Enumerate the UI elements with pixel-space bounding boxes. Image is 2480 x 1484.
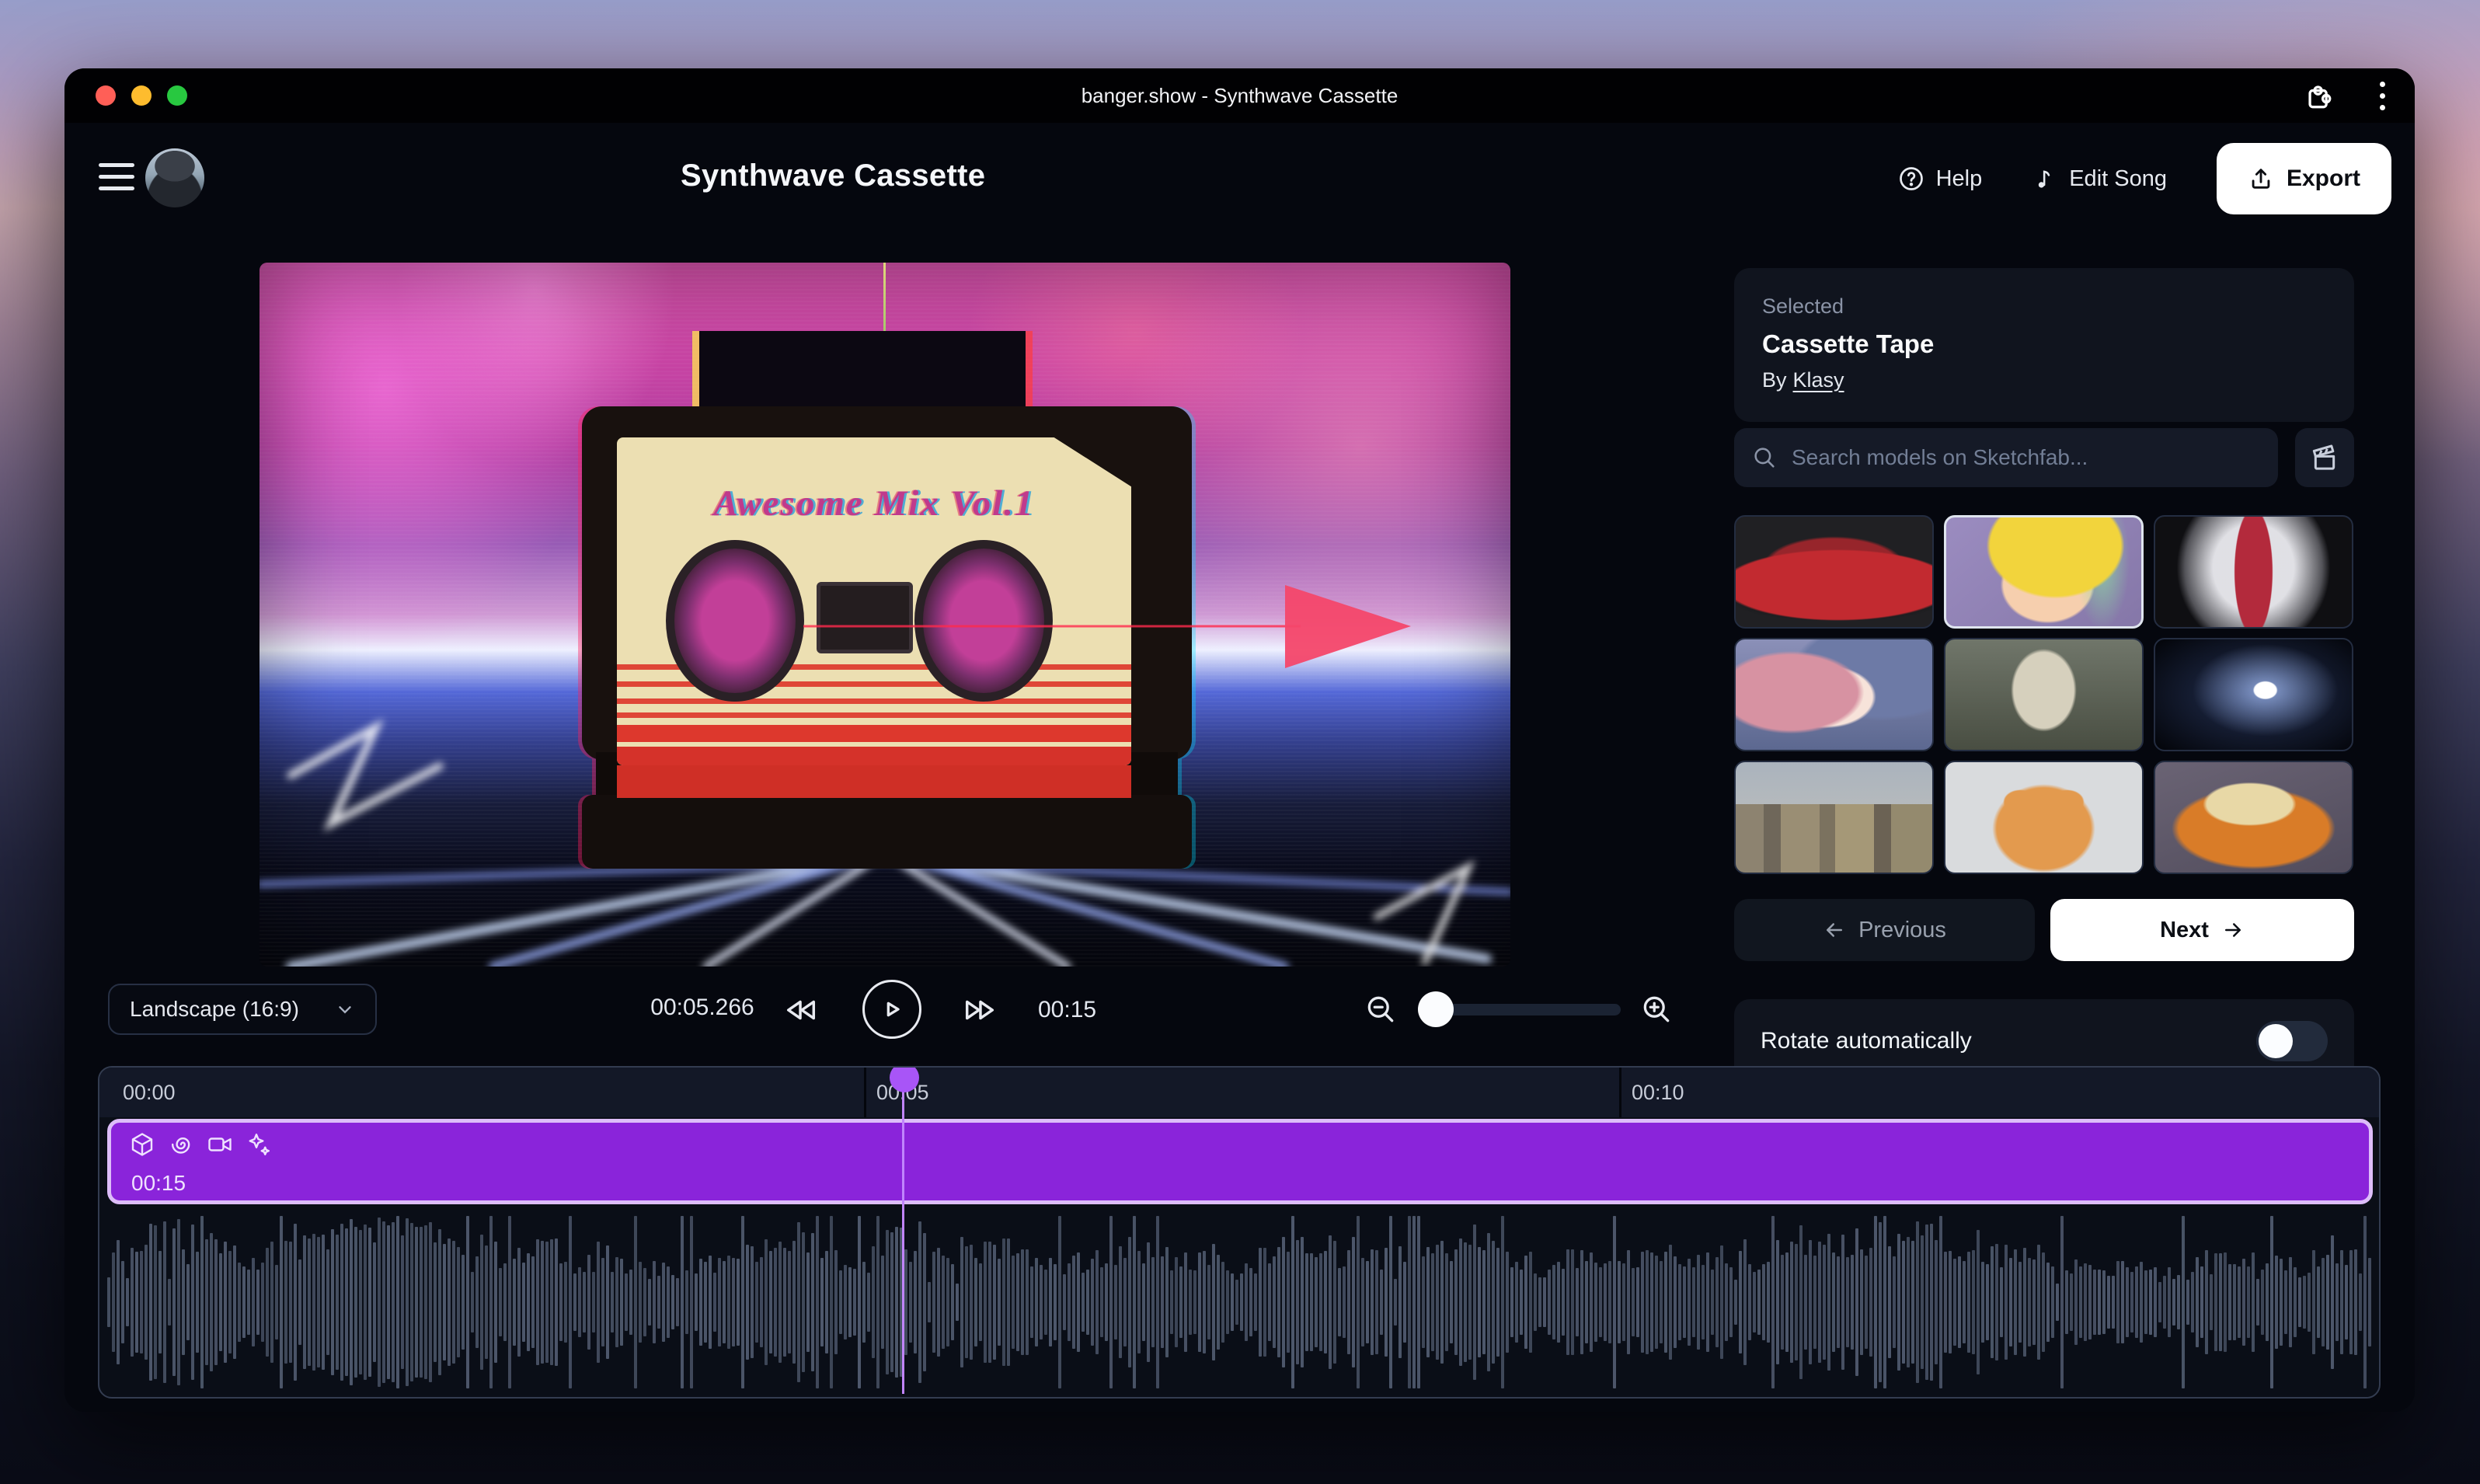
fast-forward-button[interactable] bbox=[962, 992, 998, 1028]
previous-page-button[interactable]: Previous bbox=[1734, 899, 2035, 961]
project-title: Synthwave Cassette bbox=[681, 159, 985, 193]
video-preview[interactable]: Awesome Mix Vol.1 bbox=[259, 263, 1510, 967]
zoom-out-icon[interactable] bbox=[1364, 992, 1398, 1026]
sparkles-icon bbox=[245, 1130, 273, 1158]
chevron-down-icon bbox=[335, 999, 355, 1019]
model-search-field[interactable] bbox=[1734, 428, 2278, 487]
video-camera-icon bbox=[206, 1130, 234, 1158]
next-page-button[interactable]: Next bbox=[2050, 899, 2354, 961]
selected-heading: Selected bbox=[1762, 294, 2326, 319]
zoom-in-icon[interactable] bbox=[1639, 992, 1674, 1026]
main-menu-hamburger-icon[interactable] bbox=[99, 163, 134, 190]
total-duration: 00:15 bbox=[1038, 997, 1096, 1023]
ruler-label-0: 00:00 bbox=[123, 1081, 176, 1105]
previous-label: Previous bbox=[1858, 918, 1946, 943]
model-thumbnail-storm-clouds-figure[interactable] bbox=[1734, 638, 1934, 751]
rotate-automatically-label: Rotate automatically bbox=[1761, 1028, 1972, 1054]
author-prefix: By bbox=[1762, 368, 1787, 392]
current-time: 00:05.266 bbox=[640, 995, 765, 1021]
rotate-automatically-toggle[interactable] bbox=[2256, 1021, 2328, 1061]
user-avatar[interactable] bbox=[145, 148, 204, 207]
cube-icon bbox=[128, 1130, 156, 1158]
red-arrow-overlay bbox=[259, 263, 1510, 967]
model-thumbnail-skull[interactable] bbox=[1944, 638, 2144, 751]
my-renders-button[interactable] bbox=[2295, 428, 2354, 487]
next-label: Next bbox=[2160, 918, 2209, 943]
search-input[interactable] bbox=[1792, 445, 2261, 470]
model-thumbnail-abandoned-city[interactable] bbox=[1734, 761, 1934, 874]
spiral-icon bbox=[167, 1130, 195, 1158]
timeline-zoom-knob[interactable] bbox=[1418, 991, 1454, 1027]
clapperboard-icon bbox=[2309, 442, 2340, 473]
ruler-label-2: 00:10 bbox=[1632, 1081, 1684, 1105]
audio-waveform[interactable] bbox=[107, 1212, 2373, 1392]
play-button[interactable] bbox=[862, 980, 921, 1039]
arrow-right-icon bbox=[2221, 918, 2245, 942]
browser-menu-kebab-icon[interactable] bbox=[2377, 78, 2388, 113]
timeline-ruler[interactable]: 00:00 00:05 00:10 bbox=[99, 1068, 2379, 1117]
selected-model-author: ByKlasy bbox=[1762, 368, 2326, 392]
model-thumbnail-grid bbox=[1734, 515, 2354, 874]
author-link[interactable]: Klasy bbox=[1793, 368, 1844, 392]
aspect-ratio-value: Landscape (16:9) bbox=[130, 997, 299, 1022]
model-thumbnail-fantasy-warrior[interactable] bbox=[2154, 515, 2353, 629]
clip-duration-label: 00:15 bbox=[131, 1171, 186, 1196]
app-window: banger.show - Synthwave Cassette Synthwa… bbox=[64, 68, 2415, 1412]
selected-model-name: Cassette Tape bbox=[1762, 329, 2326, 359]
model-thumbnail-spiral-galaxy[interactable] bbox=[2154, 638, 2353, 751]
timeline-panel: 00:00 00:05 00:10 bbox=[98, 1066, 2381, 1399]
aspect-ratio-select[interactable]: Landscape (16:9) bbox=[108, 984, 377, 1035]
model-thumbnail-vintage-toy-car[interactable] bbox=[2154, 761, 2353, 874]
model-thumbnail-shiba-dog[interactable] bbox=[1944, 761, 2144, 874]
search-icon bbox=[1751, 444, 1778, 471]
model-thumbnail-anime-girl[interactable] bbox=[1944, 515, 2144, 629]
video-clip-track[interactable]: 00:15 bbox=[107, 1119, 2373, 1204]
playhead-line bbox=[902, 1089, 904, 1394]
selected-model-card: Selected Cassette Tape ByKlasy bbox=[1734, 268, 2354, 422]
model-thumbnail-red-sports-car[interactable] bbox=[1734, 515, 1934, 629]
arrow-left-icon bbox=[1823, 918, 1846, 942]
rewind-button[interactable] bbox=[783, 992, 819, 1028]
